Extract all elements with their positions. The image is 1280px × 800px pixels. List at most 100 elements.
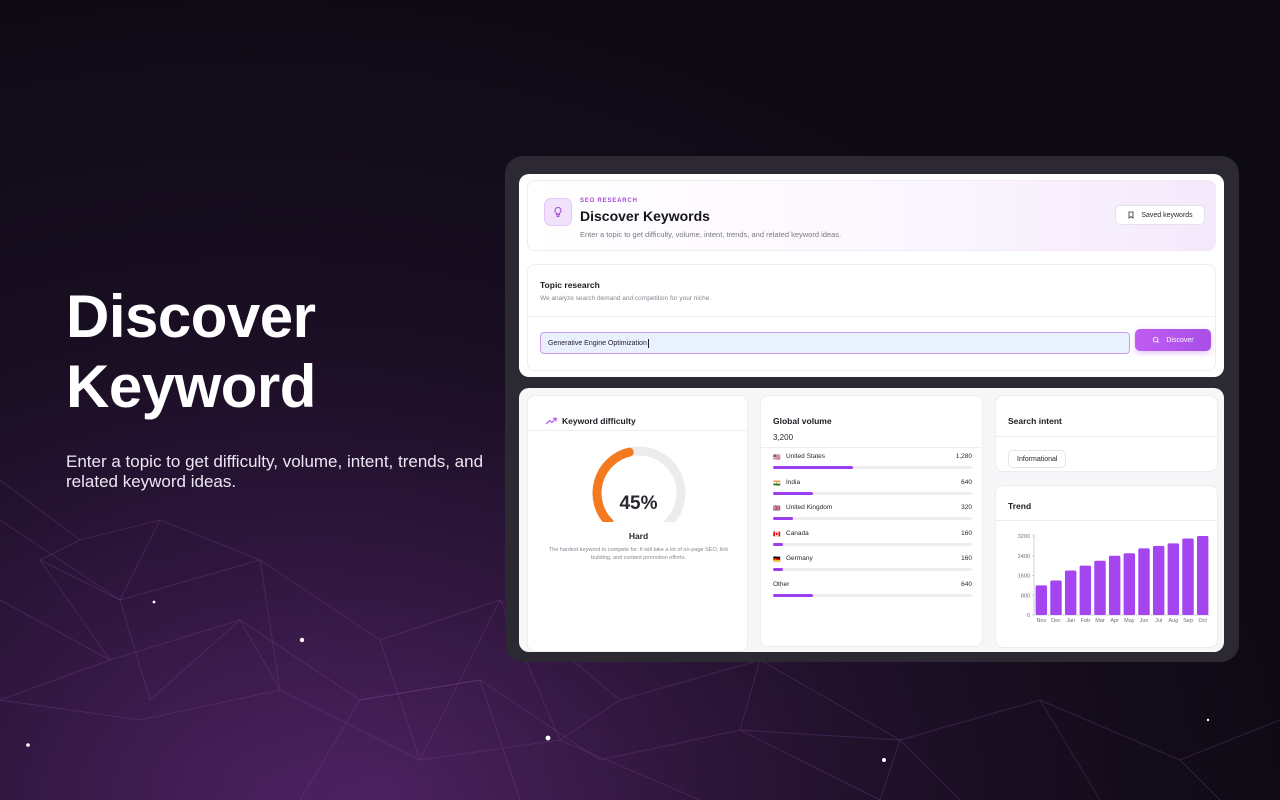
country-flag-icon: 🇺🇸 [773,455,781,461]
topic-title: Topic research [540,280,600,290]
volume-bar-fill [773,568,783,571]
country-name: United Kingdom [786,504,833,511]
divider [528,316,1215,317]
trend-bar [1167,543,1180,615]
saved-keywords-label: Saved keywords [1141,211,1193,219]
topic-research-card: Topic research We analyze search demand … [527,264,1216,371]
global-volume-title: Global volume [773,416,832,426]
volume-bar-fill [773,593,813,597]
country-count: 320 [961,504,972,511]
country-count: 640 [961,478,972,486]
country-name: United States [786,453,826,460]
search-intent-title: Search intent [1008,416,1062,426]
x-tick-label: Jun [1140,618,1149,624]
discover-label: Discover [1166,336,1194,344]
volume-bar-track [773,542,972,546]
country-flag-icon: 🇬🇧 [773,506,781,512]
country-name: Canada [786,529,809,537]
hero-subtitle: Enter a topic to get difficulty, volume,… [66,452,484,491]
country-flag-icon: 🇨🇦 [773,531,781,538]
x-tick-label: Aug [1168,618,1178,624]
country-volume-row: 🇬🇧 United Kingdom 320 [773,503,972,523]
keyword-difficulty-card: Keyword difficulty 45% Hard The hardest … [527,395,748,652]
volume-bar-track [773,491,972,495]
volume-bar-fill [773,491,813,495]
volume-bar-track [773,593,972,597]
trend-bar [1079,565,1092,616]
divider [996,520,1217,521]
country-volume-row: 🇩🇪 Germany 160 [773,554,972,574]
y-tick-label: 3200 [1018,534,1030,540]
difficulty-level: Hard [628,531,649,541]
country-name: India [786,478,801,486]
hero-title: Discover Keyword [66,282,426,422]
country-flag-icon: 🇮🇳 [773,480,781,487]
volume-bar-track [773,568,972,571]
global-volume-card: Global volume 3,200 🇺🇸 United States 1,280… [760,395,983,647]
divider [528,430,747,431]
trend-title: Trend [1008,501,1032,511]
trend-chart: 0 800 1600 2400 3200 Nov Dec Jan Feb Mar Apr May Jun… [1018,534,1210,624]
hero-title-line1: Discover [66,283,316,350]
country-volume-row: 🇨🇦 Canada 160 [773,529,972,549]
difficulty-value: 45% [619,493,658,514]
country-volume-row: Other 640 [773,580,972,600]
trend-bar [1094,560,1106,615]
intent-badge: Informational [1008,450,1067,468]
volume-bar-track [773,466,972,469]
search-intent-card: Search intent Informational [995,395,1218,472]
keyword-difficulty-title: Keyword difficulty [546,416,636,426]
country-name: Germany [786,555,813,562]
volume-bar-fill [773,542,783,546]
country-volume-row: 🇮🇳 India 640 [773,478,972,498]
trend-bar [1152,545,1165,616]
country-count: 160 [961,529,972,537]
trend-bar [1035,585,1048,616]
x-tick-label: Feb [1081,618,1090,624]
x-tick-label: Mar [1095,618,1105,624]
lightbulb-icon [544,198,572,226]
country-count: 1,280 [955,453,972,460]
volume-bar-fill [773,517,793,520]
page-header: SEO RESEARCH Discover Keywords Enter a t… [527,180,1216,251]
country-name: Other [773,580,790,588]
search-panel: SEO RESEARCH Discover Keywords Enter a t… [519,174,1224,377]
x-tick-label: May [1124,618,1135,624]
discover-button[interactable]: Discover [1135,329,1211,351]
divider [761,447,982,448]
hero-title-line2: Keyword [66,353,316,420]
topic-input-value: Generative Engine Optimization [548,339,647,347]
trend-bar [1138,548,1150,615]
page-subtitle: Enter a topic to get difficulty, volume,… [580,230,842,239]
global-volume-total: 3,200 [773,433,794,442]
volume-bar-fill [773,466,853,469]
trend-bar [1050,580,1062,615]
trend-bar [1123,553,1136,615]
y-tick-label: 0 [1027,613,1030,619]
y-tick-label: 2400 [1018,554,1030,560]
bookmark-icon [1128,211,1134,219]
x-tick-label: Nov [1036,618,1046,624]
y-tick-label: 800 [1021,593,1030,599]
x-tick-label: Jan [1066,618,1075,624]
trend-bar [1108,555,1121,615]
trending-up-icon [546,417,557,425]
x-tick-label: Jul [1155,618,1162,624]
x-tick-label: Sep [1183,618,1193,624]
topic-subtitle: We analyze search demand and competition… [540,295,712,302]
trend-bar [1064,570,1077,615]
volume-bar-track [773,517,972,520]
results-panel: Keyword difficulty 45% Hard The hardest … [519,388,1224,652]
country-count: 160 [961,555,972,562]
difficulty-description: The hardest keyword to compete for. It w… [548,547,729,561]
x-tick-label: Dec [1051,618,1061,624]
country-volume-row: 🇺🇸 United States 1,280 [773,452,972,472]
trend-bar [1182,538,1194,615]
header-eyebrow: SEO RESEARCH [580,198,638,204]
x-tick-label: Apr [1110,618,1119,624]
search-icon [1153,336,1160,343]
divider [996,436,1217,437]
topic-input[interactable]: Generative Engine Optimization [540,332,1130,354]
page-title: Discover Keywords [580,208,710,224]
saved-keywords-button[interactable]: Saved keywords [1115,205,1205,225]
